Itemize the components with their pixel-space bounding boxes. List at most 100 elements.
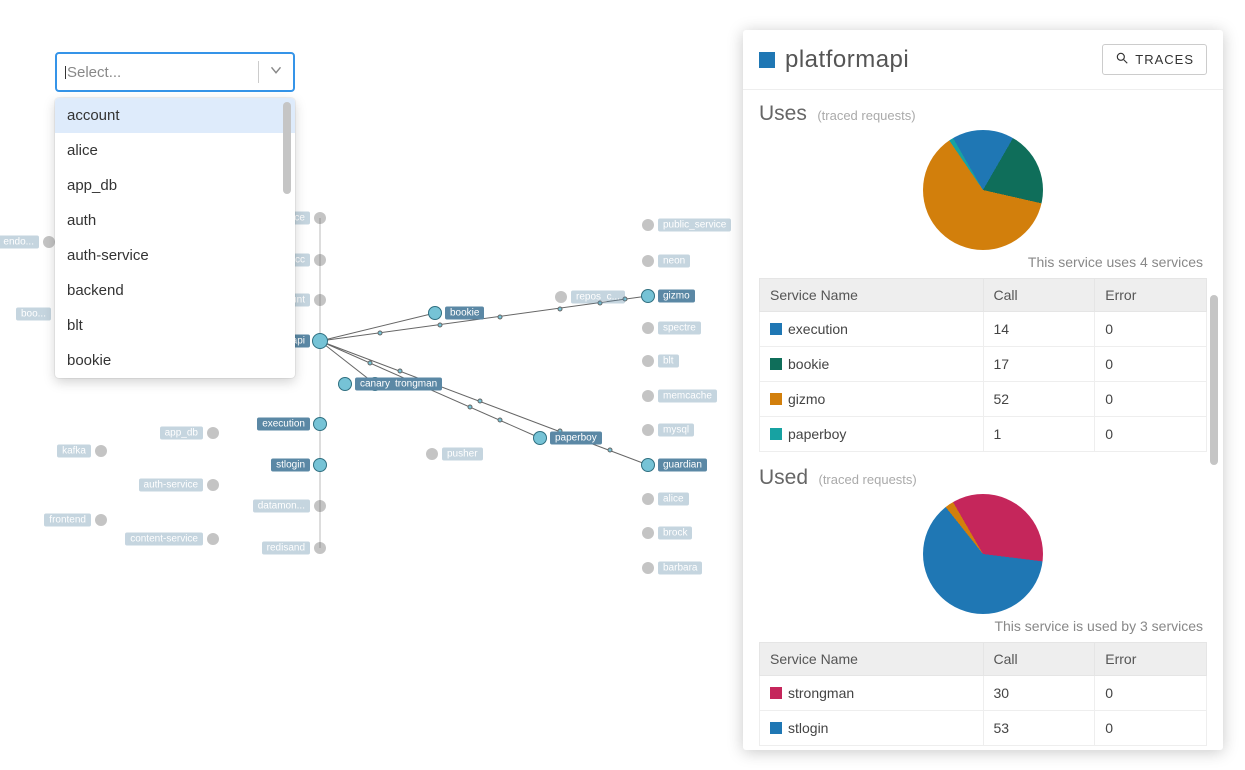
table-row[interactable]: paperboy10 <box>760 417 1207 452</box>
search-icon <box>1115 51 1129 68</box>
graph-node-label: datamon... <box>253 500 310 513</box>
traces-button-label: TRACES <box>1135 52 1194 67</box>
graph-node[interactable] <box>207 427 219 439</box>
graph-node[interactable] <box>642 219 654 231</box>
graph-node-label: frontend <box>44 514 91 527</box>
graph-node-label: barbara <box>658 562 702 575</box>
table-row[interactable]: execution140 <box>760 312 1207 347</box>
used-pie-chart <box>923 494 1043 614</box>
panel-header: platformapi TRACES <box>743 30 1223 90</box>
graph-node-label: memcache <box>658 390 717 403</box>
graph-node[interactable] <box>642 390 654 402</box>
graph-node[interactable] <box>314 500 326 512</box>
graph-node[interactable] <box>426 448 438 460</box>
table-row[interactable]: strongman300 <box>760 676 1207 711</box>
traces-button[interactable]: TRACES <box>1102 44 1207 75</box>
col-service-name: Service Name <box>760 279 984 312</box>
select-menu: accountaliceapp_dbauthauth-servicebacken… <box>55 98 295 378</box>
graph-node-label: app_db <box>160 427 203 440</box>
used-caption: This service is used by 3 services <box>759 618 1203 634</box>
select-option[interactable]: alice <box>55 133 295 168</box>
graph-node[interactable] <box>642 355 654 367</box>
scrollbar-thumb[interactable] <box>1210 295 1218 465</box>
graph-node-label: endo... <box>0 236 39 249</box>
service-detail-panel: platformapi TRACES Uses (traced requests… <box>743 30 1223 750</box>
graph-node[interactable] <box>642 424 654 436</box>
select-option[interactable]: auth <box>55 203 295 238</box>
scrollbar-thumb[interactable] <box>283 102 291 194</box>
col-error: Error <box>1095 643 1207 676</box>
graph-node-label: neon <box>658 255 690 268</box>
used-title: Used <box>759 466 808 489</box>
graph-node-label: paperboy <box>550 432 602 445</box>
select-option[interactable]: blt <box>55 308 295 343</box>
graph-node[interactable] <box>95 514 107 526</box>
uses-table: Service Name Call Error execution140book… <box>759 278 1207 452</box>
graph-node-label: public_service <box>658 219 731 232</box>
graph-node[interactable] <box>533 431 547 445</box>
graph-node-label: redisand <box>262 542 310 555</box>
graph-node-label: repos_c... <box>571 291 625 304</box>
graph-node-label: brock <box>658 527 692 540</box>
graph-node[interactable] <box>314 212 326 224</box>
graph-node-label: spectre <box>658 322 701 335</box>
select-divider <box>258 61 259 83</box>
uses-pie-chart <box>923 130 1043 250</box>
panel-title: platformapi <box>785 46 1102 74</box>
graph-node[interactable] <box>207 533 219 545</box>
graph-node[interactable] <box>313 417 327 431</box>
select-option[interactable]: app_db <box>55 168 295 203</box>
graph-node-label: execution <box>257 418 310 431</box>
graph-node[interactable] <box>95 445 107 457</box>
col-error: Error <box>1095 279 1207 312</box>
select-option[interactable]: account <box>55 98 295 133</box>
service-select[interactable]: Select... accountaliceapp_dbauthauth-ser… <box>55 52 295 378</box>
used-section: Used (traced requests) This service is u… <box>759 466 1207 746</box>
graph-node-label: auth-service <box>139 479 203 492</box>
graph-node[interactable] <box>642 527 654 539</box>
graph-node[interactable] <box>314 542 326 554</box>
graph-node[interactable] <box>641 289 655 303</box>
uses-caption: This service uses 4 services <box>759 254 1203 270</box>
panel-body[interactable]: Uses (traced requests) This service uses… <box>743 90 1223 750</box>
graph-node[interactable] <box>43 236 55 248</box>
graph-node[interactable] <box>642 493 654 505</box>
graph-node-label: bookie <box>445 307 484 320</box>
graph-node[interactable] <box>641 458 655 472</box>
uses-title: Uses <box>759 102 807 125</box>
graph-node-label: stlogin <box>271 459 310 472</box>
graph-node[interactable] <box>312 333 328 349</box>
used-table: Service Name Call Error strongman300stlo… <box>759 642 1207 746</box>
select-option[interactable]: bookie <box>55 343 295 378</box>
graph-node[interactable] <box>428 306 442 320</box>
graph-node[interactable] <box>314 254 326 266</box>
col-call: Call <box>983 643 1095 676</box>
graph-node-label: pusher <box>442 448 483 461</box>
select-control[interactable]: Select... <box>55 52 295 92</box>
graph-node-label: content-service <box>125 533 203 546</box>
col-service-name: Service Name <box>760 643 984 676</box>
graph-node-label: boo... <box>16 308 51 321</box>
select-option[interactable]: auth-service <box>55 238 295 273</box>
select-placeholder: Select... <box>67 64 250 81</box>
service-color-swatch <box>759 52 775 68</box>
graph-node[interactable] <box>207 479 219 491</box>
select-option[interactable]: backend <box>55 273 295 308</box>
graph-node-label: gizmo <box>658 290 695 303</box>
graph-node-label: mysql <box>658 424 694 437</box>
graph-node[interactable] <box>642 255 654 267</box>
graph-node[interactable] <box>642 322 654 334</box>
graph-node-label: guardian <box>658 459 707 472</box>
graph-node-label: canary <box>355 378 395 391</box>
used-subtitle: (traced requests) <box>818 472 916 487</box>
graph-node[interactable] <box>314 294 326 306</box>
table-row[interactable]: gizmo520 <box>760 382 1207 417</box>
graph-node[interactable] <box>555 291 567 303</box>
chevron-down-icon[interactable] <box>267 61 285 84</box>
table-row[interactable]: bookie170 <box>760 347 1207 382</box>
col-call: Call <box>983 279 1095 312</box>
graph-node[interactable] <box>313 458 327 472</box>
graph-node[interactable] <box>338 377 352 391</box>
table-row[interactable]: stlogin530 <box>760 711 1207 746</box>
graph-node[interactable] <box>642 562 654 574</box>
